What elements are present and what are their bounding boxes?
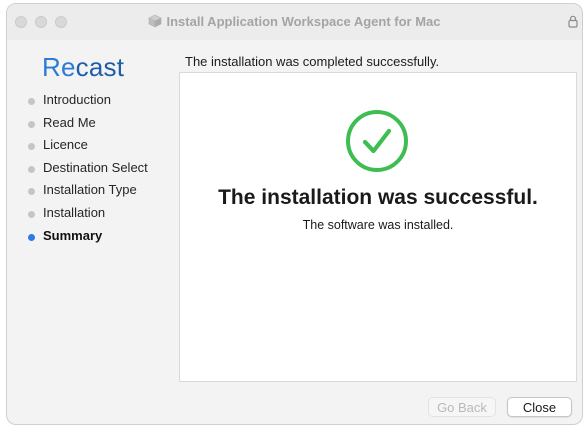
step-dot — [28, 188, 35, 196]
go-back-button[interactable]: Go Back — [428, 397, 496, 417]
step-label: Licence — [43, 137, 88, 153]
result-title: The installation was successful. — [218, 186, 538, 209]
package-icon — [148, 14, 163, 31]
step-dot — [28, 210, 35, 218]
step-dot — [28, 98, 35, 105]
brand-logo: Recast — [42, 52, 124, 83]
brand-logo-rest: cast — [75, 52, 125, 82]
step-read-me: Read Me — [23, 115, 148, 138]
result-subtitle: The software was installed. — [302, 218, 454, 232]
summary-panel: The installation was successful. The sof… — [179, 72, 577, 382]
close-button[interactable]: Close — [507, 397, 572, 417]
step-installation: Installation — [23, 205, 148, 228]
step-destination-select: Destination Select — [23, 160, 148, 183]
step-dot — [28, 165, 35, 173]
step-label: Installation Type — [43, 182, 137, 198]
step-dot — [28, 120, 35, 128]
step-introduction: Introduction — [23, 92, 148, 115]
brand-logo-prefix: Re — [42, 52, 76, 82]
step-label: Read Me — [43, 114, 96, 130]
step-installation-type: Installation Type — [23, 182, 148, 205]
window-title: Install Application Workspace Agent for … — [166, 14, 441, 29]
lock-icon[interactable] — [568, 15, 578, 33]
step-licence: Licence — [23, 137, 148, 160]
completion-header: The installation was completed successfu… — [185, 54, 440, 69]
installer-steps: Introduction Read Me Licence Destination… — [23, 92, 148, 250]
installer-window: Install Application Workspace Agent for … — [6, 3, 583, 425]
step-dot-active — [28, 233, 35, 241]
step-label: Introduction — [43, 92, 111, 107]
title-bar: Install Application Workspace Agent for … — [7, 4, 582, 40]
step-label: Destination Select — [43, 159, 148, 175]
step-dot — [28, 143, 35, 151]
step-label: Installation — [43, 204, 106, 220]
checkmark-circle-icon — [344, 108, 410, 179]
window-title-area: Install Application Workspace Agent for … — [7, 14, 582, 31]
step-summary: Summary — [23, 228, 148, 251]
step-label: Summary — [43, 227, 103, 243]
